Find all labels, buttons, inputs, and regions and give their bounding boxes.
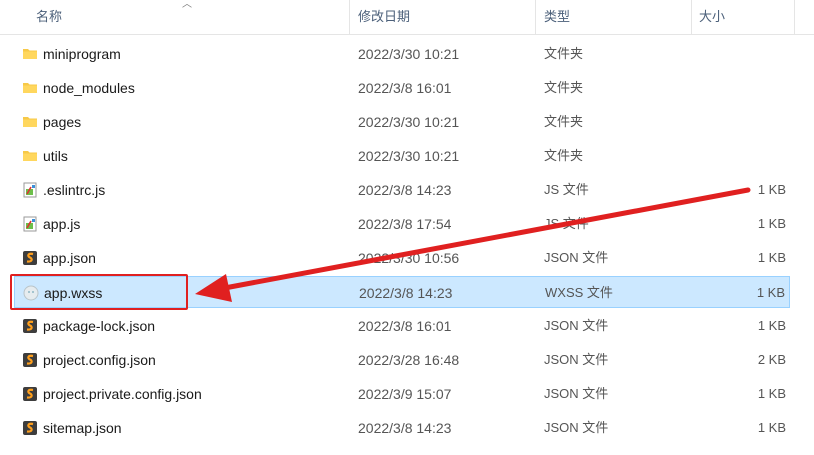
annotation-arrow xyxy=(195,187,751,302)
